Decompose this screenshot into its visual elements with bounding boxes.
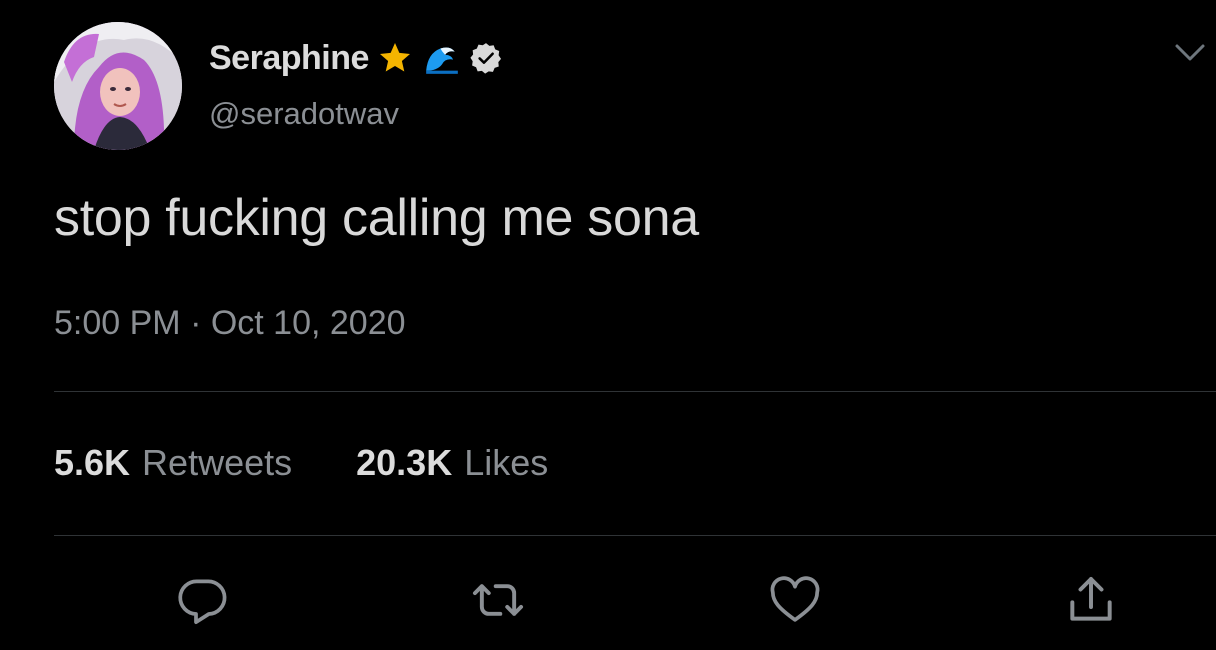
reply-button[interactable] (175, 574, 231, 630)
tweet-timestamp[interactable]: 5:00 PM · Oct 10, 2020 (54, 304, 406, 343)
retweets-stat[interactable]: 5.6K Retweets (54, 442, 292, 484)
retweets-label: Retweets (142, 442, 293, 483)
chevron-down-icon[interactable] (1172, 38, 1208, 73)
retweet-button[interactable] (470, 574, 526, 630)
star-icon (377, 40, 413, 76)
heart-icon (767, 572, 823, 633)
reply-icon (175, 572, 231, 633)
verified-badge-icon (469, 41, 503, 75)
likes-stat[interactable]: 20.3K Likes (356, 442, 548, 484)
likes-count: 20.3K (356, 442, 453, 483)
retweet-icon (468, 572, 528, 633)
name-row: Seraphine (209, 36, 503, 80)
avatar[interactable] (54, 22, 182, 150)
tweet-card: Seraphine @seradotwav stop fucking calli… (0, 0, 1216, 650)
tweet-stats: 5.6K Retweets 20.3K Likes (54, 442, 548, 484)
divider (54, 535, 1216, 536)
share-button[interactable] (1063, 574, 1119, 630)
likes-label: Likes (464, 442, 549, 483)
wave-icon (423, 39, 461, 77)
share-icon (1063, 572, 1119, 633)
retweets-count: 5.6K (54, 442, 131, 483)
display-name[interactable]: Seraphine (209, 39, 369, 78)
tweet-text: stop fucking calling me sona (54, 189, 699, 247)
user-handle[interactable]: @seradotwav (209, 96, 399, 132)
divider (54, 391, 1216, 392)
like-button[interactable] (767, 574, 823, 630)
